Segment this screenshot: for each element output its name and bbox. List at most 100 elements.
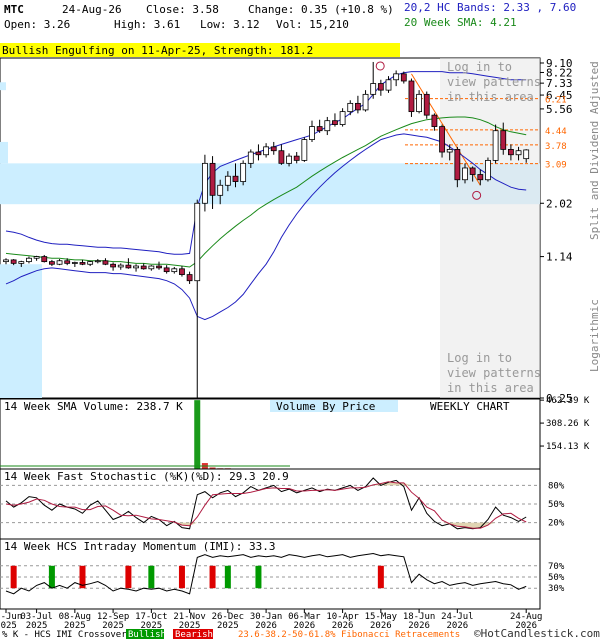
imi-bearish-marker bbox=[377, 565, 384, 589]
candle-body bbox=[423, 93, 430, 116]
candle-body bbox=[370, 83, 377, 95]
candle-body bbox=[255, 151, 262, 156]
candle-body bbox=[41, 256, 48, 263]
candle-body bbox=[56, 260, 63, 265]
imi-bearish-marker bbox=[125, 565, 132, 589]
candle-body bbox=[133, 265, 139, 269]
candle-body bbox=[163, 267, 170, 273]
bullish-badge: Bullish bbox=[128, 630, 166, 640]
fib-label: 6.21 bbox=[545, 96, 567, 106]
candle-body bbox=[439, 126, 445, 153]
candle-body bbox=[523, 149, 530, 160]
header-low: Low: 3.12 bbox=[200, 18, 260, 31]
candle-body bbox=[201, 162, 208, 204]
volume-bar bbox=[194, 400, 201, 469]
candle-body bbox=[293, 155, 300, 161]
fib-legend: 23.6-38.2-50-61.8% Fibonacci Retracement… bbox=[238, 630, 460, 640]
candle-body bbox=[492, 130, 499, 161]
candle-body bbox=[240, 162, 247, 182]
login-line-1: Log in to bbox=[447, 60, 512, 74]
candle-body bbox=[431, 114, 438, 127]
imi-bullish-marker bbox=[255, 565, 262, 589]
stoch-label: 14 Week Fast Stochastic (%K)(%D): 29.3 2… bbox=[4, 470, 289, 483]
candle-body bbox=[286, 155, 292, 164]
imi-bearish-marker bbox=[209, 565, 216, 589]
stoch-tick-label: 50% bbox=[548, 500, 565, 510]
candle-body bbox=[224, 175, 231, 186]
candle-body bbox=[18, 261, 25, 264]
copyright[interactable]: ©HotCandlestick.com bbox=[474, 627, 600, 640]
candle-body bbox=[393, 73, 400, 81]
fib-label: 3.78 bbox=[545, 142, 567, 152]
login-line-2: view patterns bbox=[447, 75, 541, 89]
candle-body bbox=[179, 268, 185, 275]
candle-body bbox=[469, 167, 476, 175]
candle-body bbox=[125, 264, 132, 269]
candle-body bbox=[3, 259, 9, 263]
candle-body bbox=[186, 274, 193, 282]
candle-body bbox=[400, 73, 407, 82]
candle-body bbox=[316, 126, 323, 132]
candle-body bbox=[156, 265, 162, 269]
candle-body bbox=[10, 259, 17, 264]
candle-body bbox=[270, 146, 277, 152]
login-line-1b: Log in to bbox=[447, 351, 512, 365]
candle-body bbox=[247, 151, 254, 164]
candle-body bbox=[324, 120, 331, 132]
candle-body bbox=[232, 175, 239, 182]
volume-tick-label: 462.39 K bbox=[546, 396, 590, 406]
candle-body bbox=[339, 111, 346, 125]
candle-body bbox=[301, 139, 308, 161]
candle-body bbox=[507, 149, 514, 156]
vbp-zone-top bbox=[0, 82, 6, 91]
candle-body bbox=[209, 162, 216, 196]
login-line-3b: in this area bbox=[447, 381, 534, 395]
imi-bearish-marker bbox=[178, 565, 185, 589]
x-axis: 06-Jun202503-Jul202508-Aug202512-Sep2025… bbox=[0, 609, 542, 631]
vbp-zone-small bbox=[0, 141, 8, 164]
imi-tick-label: 30% bbox=[548, 584, 565, 594]
logarithmic-label: Logarithmic bbox=[588, 299, 600, 372]
candle-body bbox=[515, 150, 522, 156]
footer-legend: % K - HCS IMI Crossover, bbox=[2, 630, 132, 640]
candle-body bbox=[462, 167, 468, 181]
imi-label: 14 Week HCS Intraday Momentum (IMI): 33.… bbox=[4, 540, 276, 553]
candle-body bbox=[110, 263, 116, 268]
volume-tick-label: 308.26 K bbox=[546, 419, 590, 429]
candle-body bbox=[102, 260, 109, 265]
header-high: High: 3.61 bbox=[114, 18, 180, 31]
imi-bearish-marker bbox=[10, 565, 17, 589]
candle-body bbox=[263, 146, 270, 156]
candle-body bbox=[140, 265, 147, 270]
candle-body bbox=[446, 149, 453, 153]
imi-tick-label: 70% bbox=[548, 562, 565, 572]
header-change: Change: 0.35 (+10.8 %) bbox=[248, 3, 394, 16]
header-date: 24-Aug-26 bbox=[62, 3, 122, 16]
candle-body bbox=[49, 261, 55, 265]
vbp-label: Volume By Price bbox=[276, 400, 375, 413]
candle-body bbox=[148, 265, 155, 270]
candle-body bbox=[194, 202, 201, 282]
shaded-zone bbox=[440, 58, 540, 398]
imi-bullish-marker bbox=[148, 565, 155, 589]
candle-body bbox=[362, 93, 369, 111]
stoch-tick-label: 80% bbox=[548, 481, 565, 491]
pattern-banner: Bullish Engulfing on 11-Apr-25, Strength… bbox=[2, 44, 313, 57]
candle-body bbox=[477, 174, 484, 181]
sma-label: 20 Week SMA: 4.21 bbox=[404, 16, 517, 29]
candle-body bbox=[354, 102, 361, 111]
candle-body bbox=[278, 150, 285, 164]
fib-label: 4.44 bbox=[545, 127, 567, 137]
volume-label: 14 Week SMA Volume: 238.7 K bbox=[4, 400, 183, 413]
candle-body bbox=[117, 264, 124, 268]
candle-body bbox=[94, 260, 101, 263]
candle-body bbox=[377, 83, 384, 91]
candle-body bbox=[408, 80, 415, 113]
login-line-3: in this area bbox=[447, 90, 534, 104]
candle-body bbox=[485, 159, 491, 181]
imi-tick-label: 50% bbox=[548, 573, 565, 583]
volume-tick-label: 154.13 K bbox=[546, 442, 590, 452]
candle-body bbox=[26, 257, 32, 263]
candle-body bbox=[64, 260, 71, 264]
candle-body bbox=[171, 268, 178, 273]
